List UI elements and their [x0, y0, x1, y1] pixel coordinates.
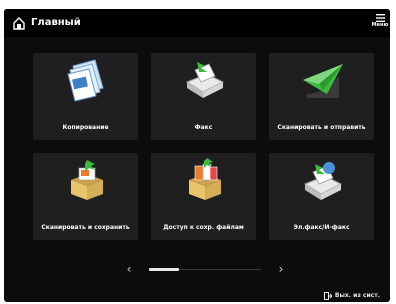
scan-save-box-icon — [71, 160, 103, 200]
home-icon — [13, 17, 25, 30]
tile-scan-send[interactable]: Сканировать и отправить — [269, 53, 374, 140]
logout-label: Вых. из сист. — [334, 292, 380, 299]
tile-label: Доступ к сохр. файлам — [163, 224, 244, 231]
tile-stored-files[interactable]: Доступ к сохр. файлам — [151, 153, 256, 240]
header-bar: Главный Меню — [4, 9, 390, 37]
logout-icon — [323, 291, 333, 300]
fax-machine-icon — [185, 62, 225, 98]
tile-internet-fax[interactable]: Эл.факс/И-факс — [269, 153, 374, 240]
page-thumb[interactable] — [149, 268, 179, 271]
chevron-right-icon: › — [278, 262, 284, 276]
prev-page-button[interactable]: ‹ — [123, 261, 135, 277]
menu-button[interactable]: Меню — [370, 13, 390, 37]
page-title: Главный — [31, 17, 81, 28]
tile-label: Сканировать и отправить — [277, 124, 366, 131]
next-page-button[interactable]: › — [275, 261, 287, 277]
chevron-left-icon: ‹ — [126, 262, 132, 276]
copy-documents-icon — [67, 59, 104, 102]
internet-fax-icon — [303, 162, 343, 200]
tile-copy[interactable]: Копирование — [33, 53, 138, 140]
tile-label: Факс — [194, 124, 213, 131]
menu-label: Меню — [371, 22, 389, 28]
tile-label: Эл.факс/И-факс — [293, 224, 350, 231]
scan-send-paper-plane-icon — [303, 64, 343, 98]
logout-button[interactable]: Вых. из сист. — [323, 291, 380, 301]
tile-label: Сканировать и сохранить — [41, 224, 130, 231]
home-screen: Главный Меню Копирование Факс Сканироват… — [4, 9, 390, 302]
hamburger-menu-icon — [375, 14, 385, 22]
tile-fax[interactable]: Факс — [151, 53, 256, 140]
tile-label: Копирование — [62, 124, 109, 131]
tile-scan-save[interactable]: Сканировать и сохранить — [33, 153, 138, 240]
stored-files-box-icon — [189, 158, 221, 200]
page-indicator: ‹ › — [4, 261, 390, 277]
